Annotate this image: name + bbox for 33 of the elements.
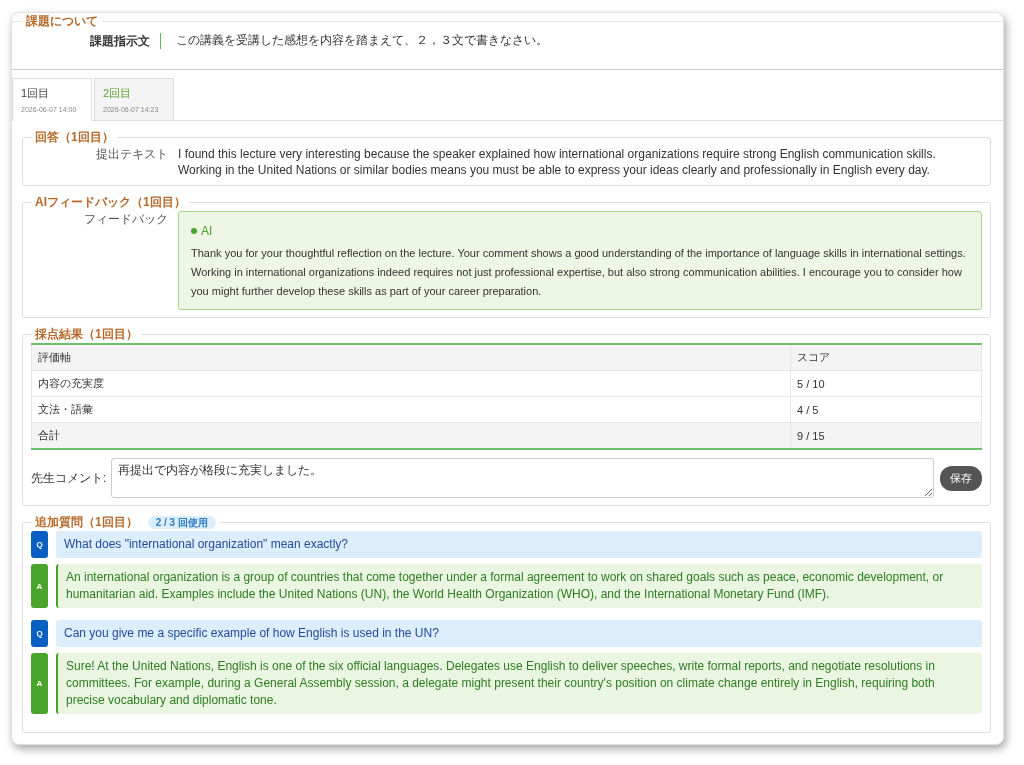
field-label: 課題指示文 [90, 32, 161, 49]
field-label: 提出テキスト [95, 146, 169, 163]
table-cell: 合計 [31, 422, 791, 449]
question-badge: Q [31, 620, 48, 647]
section-title: 追加質問（1回目） [35, 515, 138, 529]
section-title: 採点結果（1回目） [34, 326, 139, 343]
answer-text: I found this lecture very interesting because the speaker explained how international organizations require strong English communication skills. Working in the United Nations or similar bodies means you must be able to express your ideas clearly and professionally in English every day. [178, 146, 937, 178]
section-title: 回答（1回目） [34, 129, 115, 146]
question-text: Can you give me a specific example of how English is used in the UN? [56, 620, 982, 647]
section-title: AIフィードバック（1回目） [34, 194, 187, 211]
section-title: 課題について [25, 13, 99, 30]
table-cell: 文法・語彙 [31, 396, 791, 423]
field-label: 先生コメント: [31, 469, 107, 487]
answer-text: An international organization is a group of countries that come together under a formal agreement to work on shared goals such as peace, economic development, or humanitarian aid. Examples include the United Nations (UN), the World Health Organization (WHO), and the International Monetary Fund (IMF). [56, 564, 982, 608]
assignment-text: この講義を受講した感想を内容を踏まえて、２，３文で書きなさい。 [175, 32, 548, 49]
table-cell: 9 / 15 [790, 422, 982, 449]
table-cell: 4 / 5 [790, 396, 982, 423]
status-dot-icon [191, 228, 197, 234]
usage-badge: 2 / 3 回使用 [147, 516, 216, 529]
question-badge: Q [31, 531, 48, 558]
question-text: What does "international organization" mean exactly? [56, 531, 982, 558]
column-header: スコア [790, 344, 982, 371]
answer-badge: A [31, 653, 48, 714]
answer-badge: A [31, 564, 48, 608]
save-button[interactable]: 保存 [940, 465, 982, 491]
source-label: AI [201, 224, 213, 238]
field-label: フィードバック [83, 211, 169, 228]
table-cell: 内容の充実度 [31, 370, 791, 397]
table-cell: 5 / 10 [790, 370, 982, 397]
answer-text: Sure! At the United Nations, English is one of the six official languages. Delegates use English to deliver speeches, write formal reports, and negotiate resolutions in committees. For example, during a General Assembly session, a delegate might present their country's position on climate change entirely in English, requiring both precise vocabulary and diplomatic tone. [56, 653, 982, 714]
comment-field[interactable]: 再提出で内容が格段に充実しました。 [111, 458, 934, 498]
feedback-text: Thank you for your thoughtful reflection on the lecture. Your comment shows a good understanding of the importance of language skills in international settings. Working in international organizations indeed requires not just professional expertise, but also strong communication abilities. I encourage you to consider how you might further develop these skills as part of your career preparation. [191, 246, 967, 299]
column-header: 評価軸 [31, 344, 791, 371]
